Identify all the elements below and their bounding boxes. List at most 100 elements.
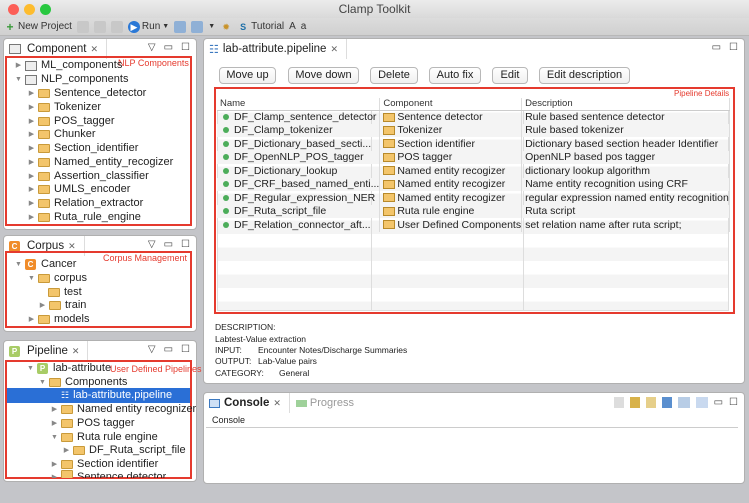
expand-icon[interactable]: ▶ [27,127,36,142]
run-button[interactable]: ▶ Run ▼ [127,20,169,33]
console-output[interactable] [204,428,744,483]
gear-icon[interactable]: ✹ [220,21,232,33]
edit-button[interactable]: Edit [492,67,528,84]
tree-item-named-entity-recognizer[interactable]: ▶ Named entity recognizer [50,402,196,417]
clear-console-icon[interactable] [613,397,624,408]
expand-icon[interactable]: ▶ [62,443,71,458]
tree-item-sentence-detector[interactable]: ▶ Sentence_detector [27,86,147,101]
table-row[interactable]: DF_Ruta_script_file Ruta rule engine Ruta … [217,204,730,218]
tree-item-section-identifier[interactable]: ▶ Section_identifier [27,141,139,156]
save-icon[interactable] [76,20,89,33]
tree-item-pos-tagger-pipeline[interactable]: ▶ POS tagger [50,416,135,431]
expand-icon[interactable]: ▶ [27,141,36,156]
tree-item-umls-encoder[interactable]: ▶ UMLS_encoder [27,182,131,197]
expand-icon[interactable]: ▶ [14,58,23,73]
minimize-icon[interactable]: ▭ [714,397,723,408]
view-menu-icon[interactable]: ▽ [148,344,156,355]
tree-item-lab-attribute[interactable]: ▼ Plab-attribute [26,361,111,376]
column-header-name[interactable]: Name [217,98,381,111]
maximize-icon[interactable]: ☐ [181,42,190,53]
collapse-icon[interactable]: ▼ [50,430,59,445]
table-row[interactable]: DF_Relation_connector_aft... User Defined… [217,218,730,232]
close-icon[interactable]: ✕ [330,44,338,55]
maximize-icon[interactable]: ☐ [729,397,738,408]
display-console-icon[interactable] [677,397,690,408]
tree-item-corpus[interactable]: ▼ corpus [27,271,87,286]
tree-item-chunker[interactable]: ▶ Chunker [27,127,96,142]
minimize-icon[interactable]: ▭ [164,42,173,53]
scroll-lock-icon[interactable] [629,397,640,408]
tab-pipeline[interactable]: P Pipeline ✕ [9,341,89,361]
tree-item-models[interactable]: ▶ models [27,312,90,327]
tab-console[interactable]: Console ✕ [209,393,290,413]
tree-item-nlp-components[interactable]: ▼ NLP_components [14,72,128,87]
table-row[interactable]: DF_OpenNLP_POS_tagger POS tagger OpenNLP b… [217,150,730,164]
table-row[interactable]: DF_Regular_expression_NER Named entity re… [217,191,730,205]
collapse-icon[interactable]: ▼ [14,257,23,272]
grid-icon[interactable] [191,20,204,33]
expand-icon[interactable]: ▶ [27,196,36,211]
auto-fix-button[interactable]: Auto fix [429,67,481,84]
close-icon[interactable]: ✕ [72,346,80,357]
maximize-icon[interactable]: ☐ [181,344,190,355]
minimize-icon[interactable]: ▭ [712,42,721,53]
expand-icon[interactable]: ▶ [27,100,36,115]
move-down-button[interactable]: Move down [288,67,359,84]
expand-icon[interactable]: ▶ [27,182,36,197]
tree-item-ml-components[interactable]: ▶ ML_components [14,58,123,73]
tree-item-cancer[interactable]: ▼ C Cancer [14,257,76,272]
minimize-icon[interactable]: ▭ [164,344,173,355]
column-header-component[interactable]: Component [379,98,523,111]
minimize-icon[interactable]: ▭ [164,239,173,250]
column-header-description[interactable]: Description [521,98,730,111]
tree-item-tokenizer[interactable]: ▶ Tokenizer [27,100,101,115]
expand-icon[interactable]: ▶ [27,155,36,170]
close-icon[interactable]: ✕ [68,241,76,252]
collapse-icon[interactable]: ▼ [27,271,36,286]
pin-console-icon[interactable] [661,397,672,408]
tree-item-relation-extractor[interactable]: ▶ Relation_extractor [27,196,143,211]
view-menu-icon[interactable]: ▽ [148,42,156,53]
zoom-window-button[interactable] [40,4,51,15]
save-all-icon[interactable] [93,20,106,33]
expand-icon[interactable]: ▶ [27,210,36,225]
close-window-button[interactable] [8,4,19,15]
word-wrap-icon[interactable] [645,397,656,408]
minimize-window-button[interactable] [24,4,35,15]
expand-icon[interactable]: ▶ [27,86,36,101]
tree-item-lab-attribute-pipeline[interactable]: ☷ lab-attribute.pipeline [7,388,190,403]
collapse-icon[interactable]: ▼ [26,361,35,376]
open-console-icon[interactable] [695,397,708,408]
font-decrease-button[interactable]: a [301,21,307,32]
table-row[interactable]: DF_CRF_based_named_enti... Named entity r… [217,177,730,191]
table-row[interactable]: DF_Clamp_tokenizer Tokenizer Rule based to… [217,123,730,137]
close-icon[interactable]: ✕ [90,44,98,55]
tree-item-named-entity-recogizer[interactable]: ▶ Named_entity_recogizer [27,155,173,170]
tree-item-train[interactable]: ▶ train [38,298,87,313]
view-menu-icon[interactable]: ▽ [148,239,156,250]
table-row[interactable]: DF_Dictionary_based_secti... Section iden… [217,137,730,151]
expand-icon[interactable]: ▶ [50,416,59,431]
table-row[interactable]: DF_Clamp_sentence_detector Sentence detec… [217,110,730,124]
table-row[interactable]: DF_Dictionary_lookup Named entity recogiz… [217,164,730,178]
tree-item-partial[interactable]: ▶ Sentence detector [50,470,166,478]
print-icon[interactable] [110,20,123,33]
expand-icon[interactable]: ▶ [27,312,36,327]
new-project-button[interactable]: + New Project [4,21,71,33]
tutorial-button[interactable]: S Tutorial [237,21,284,33]
tab-lab-attribute-pipeline[interactable]: ☷ lab-attribute.pipeline ✕ [209,39,347,59]
tab-progress[interactable]: Progress [290,397,354,409]
expand-icon[interactable]: ▶ [50,402,59,417]
tree-item-df-ruta-script-file[interactable]: ▶ DF_Ruta_script_file [62,443,186,458]
close-icon[interactable]: ✕ [273,398,281,409]
maximize-icon[interactable]: ☐ [181,239,190,250]
delete-button[interactable]: Delete [370,67,418,84]
collapse-icon[interactable]: ▼ [14,72,23,87]
maximize-icon[interactable]: ☐ [729,42,738,53]
expand-icon[interactable]: ▶ [38,298,47,313]
dropdown-arrow-icon[interactable]: ▼ [208,23,215,30]
tree-item-ruta-rule-engine[interactable]: ▶ Ruta_rule_engine [27,210,141,225]
build-icon[interactable] [174,20,187,33]
edit-description-button[interactable]: Edit description [539,67,630,84]
move-up-button[interactable]: Move up [219,67,276,84]
